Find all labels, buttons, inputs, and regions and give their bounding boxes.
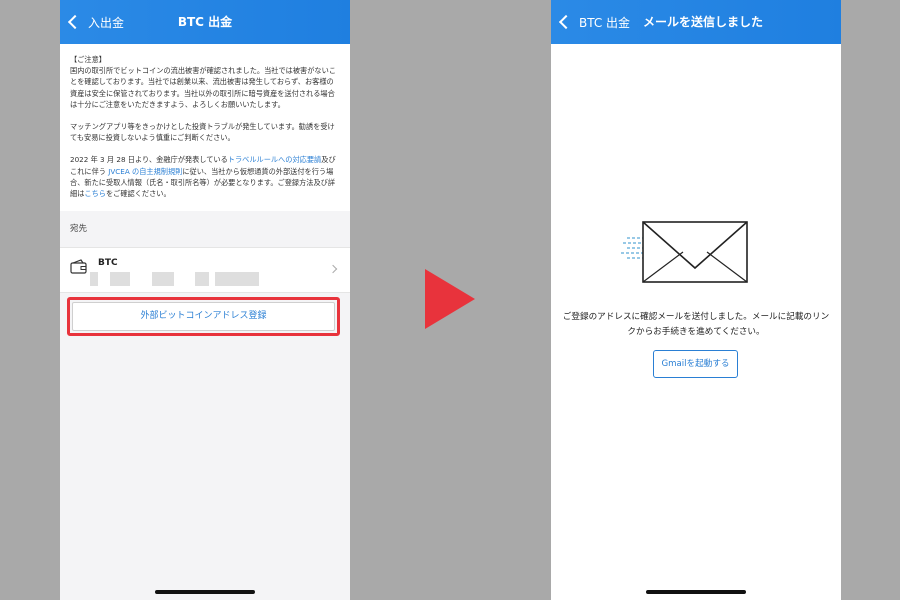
back-label: BTC 出金 xyxy=(579,15,631,30)
chevron-left-icon xyxy=(558,14,574,30)
destination-currency: BTC xyxy=(98,258,118,269)
jvcea-rules-link[interactable]: JVCEA の自主規制規則 xyxy=(108,167,182,176)
wallet-icon xyxy=(70,259,87,274)
notice-panel: 【ご注意】 国内の取引所でビットコインの流出被害が確認されました。当社では被害が… xyxy=(60,44,350,212)
notice-text: 2022 年 3 月 28 日より、金融庁が発表している xyxy=(70,155,228,165)
home-indicator xyxy=(646,590,746,594)
notice-paragraph-3: 2022 年 3 月 28 日より、金融庁が発表しているトラベルルールへの対応要… xyxy=(70,154,340,199)
register-address-button[interactable]: 外部ビットコインアドレス登録 xyxy=(72,302,335,331)
address-mask xyxy=(152,272,174,287)
withdraw-screen: 入出金 BTC 出金 【ご注意】 国内の取引所でビットコインの流出被害が確認され… xyxy=(60,0,350,600)
destination-row[interactable]: BTC xyxy=(60,247,350,294)
notice-text: をご確認ください。 xyxy=(105,189,171,199)
chevron-right-icon xyxy=(328,264,338,274)
page-title: BTC 出金 xyxy=(177,15,233,29)
notice-heading: 【ご注意】 xyxy=(70,55,106,64)
mail-sent-screen: BTC 出金 メールを送信しました ご登録のアドレスに確認メールを送付しました。… xyxy=(551,0,841,600)
envelope-icon xyxy=(621,221,748,283)
home-indicator xyxy=(155,590,255,594)
open-gmail-button[interactable]: Gmailを起動する xyxy=(653,350,738,378)
travel-rule-link[interactable]: トラベルルールへの対応要請 xyxy=(228,155,321,164)
back-button[interactable]: BTC 出金 xyxy=(558,0,631,44)
address-mask xyxy=(110,272,130,287)
sent-message: ご登録のアドレスに確認メールを送付しました。メールに記載のリンクからお手続きを進… xyxy=(562,312,830,337)
address-mask xyxy=(90,272,98,287)
details-link[interactable]: こちら xyxy=(84,189,106,198)
notice-paragraph-1: 国内の取引所でビットコインの流出被害が確認されました。当社では被害がないことを確… xyxy=(70,66,336,109)
nav-bar: BTC 出金 メールを送信しました xyxy=(551,0,841,44)
address-mask xyxy=(215,272,259,287)
page-title: メールを送信しました xyxy=(643,15,764,29)
nav-bar: 入出金 BTC 出金 xyxy=(60,0,350,44)
play-arrow-icon xyxy=(425,269,475,329)
destination-section-label: 宛先 xyxy=(70,224,88,235)
address-mask xyxy=(195,272,209,287)
notice-paragraph-2: マッチングアプリ等をきっかけとした投資トラブルが発生しています。勧誘を受けても安… xyxy=(70,122,335,143)
